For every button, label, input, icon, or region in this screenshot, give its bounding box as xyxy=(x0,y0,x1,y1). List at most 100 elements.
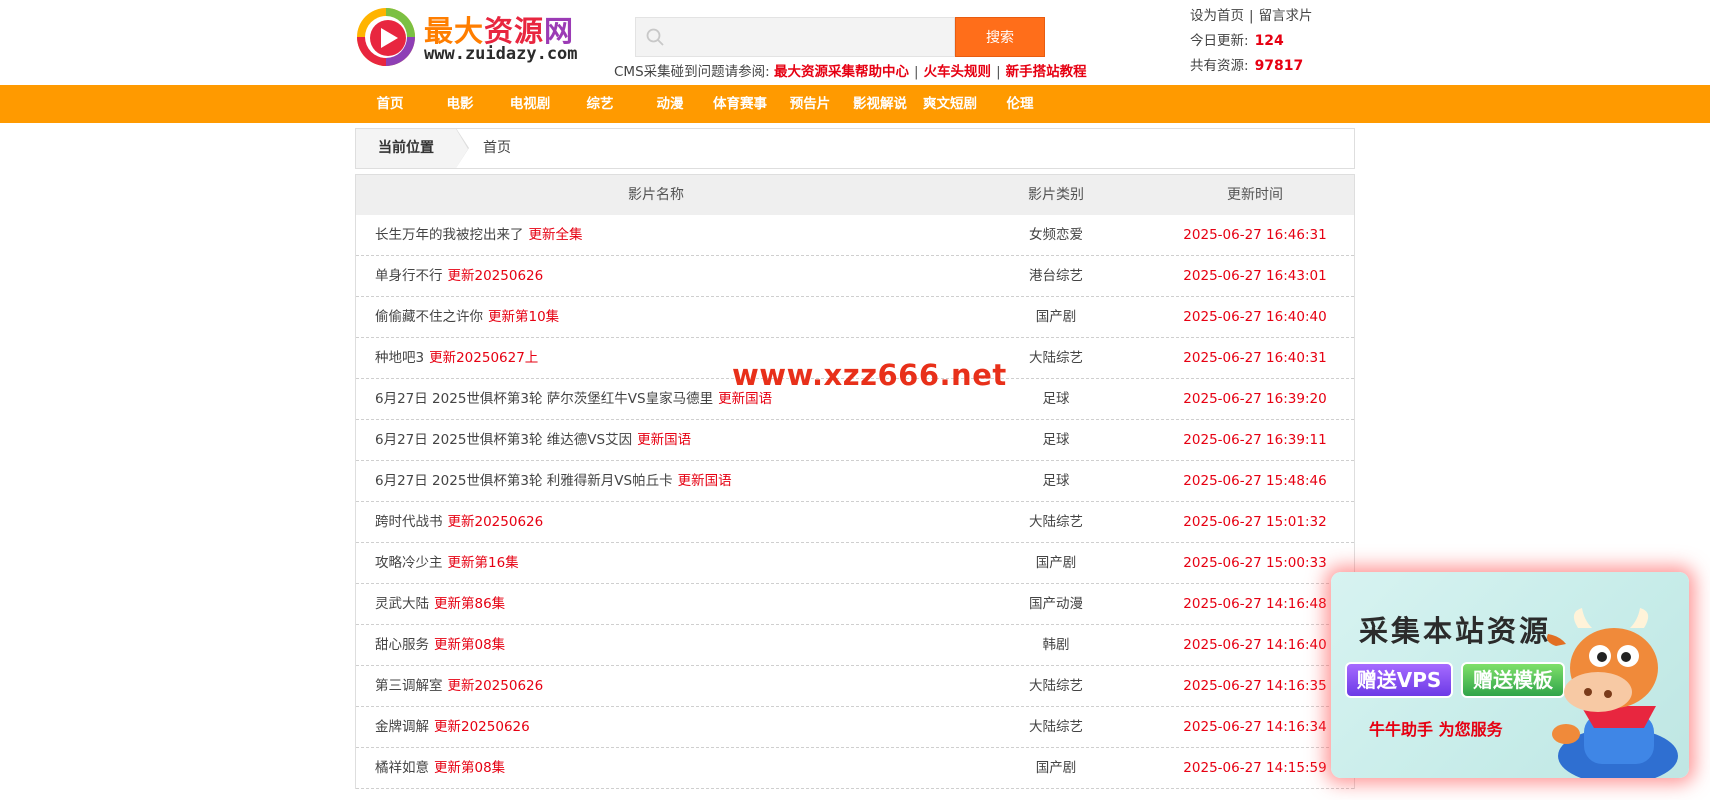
video-title: 6月27日 2025世俱杯第3轮 维达德VS艾因 xyxy=(375,432,633,448)
update-time: 2025-06-27 14:16:34 xyxy=(1183,719,1327,735)
breadcrumb-arrow xyxy=(456,129,468,168)
update-time: 2025-06-27 16:43:01 xyxy=(1183,268,1327,284)
search-bar: 搜索 xyxy=(635,17,1045,57)
update-note: 更新20250626 xyxy=(447,678,544,694)
table-row: 跨时代战书 更新20250626 大陆综艺 2025-06-27 15:01:32 xyxy=(356,502,1354,543)
video-title: 攻略冷少主 xyxy=(375,555,443,571)
video-title-link[interactable]: 种地吧3 更新20250627上 xyxy=(375,338,538,379)
video-title-link[interactable]: 橘祥如意 更新第08集 xyxy=(375,748,505,789)
video-category: 国产剧 xyxy=(1035,760,1077,776)
site-logo[interactable]: 最大资源网 www.zuidazy.com xyxy=(355,6,578,68)
video-title: 金牌调解 xyxy=(375,719,429,735)
video-category: 大陆综艺 xyxy=(1029,678,1083,694)
update-note: 更新20250627上 xyxy=(429,350,539,366)
ad-banner[interactable]: 采集本站资源 赠送VPS 赠送模板 牛牛助手 为您服务 xyxy=(1331,572,1689,778)
total-resources: 共有资源: 97817 xyxy=(1190,58,1304,74)
video-title-link[interactable]: 甜心服务 更新第08集 xyxy=(375,625,505,666)
request-link[interactable]: 留言求片 xyxy=(1259,8,1313,24)
update-note: 更新第16集 xyxy=(447,555,519,571)
list-body: 长生万年的我被挖出来了 更新全集 女频恋爱 2025-06-27 16:46:31 单身… xyxy=(356,215,1354,789)
total-count: 97817 xyxy=(1254,58,1304,74)
header-time: 更新时间 xyxy=(1227,187,1283,203)
header-category: 影片类别 xyxy=(1028,187,1084,203)
table-row: 甜心服务 更新第08集 韩剧 2025-06-27 14:16:40 xyxy=(356,625,1354,666)
video-category: 大陆综艺 xyxy=(1029,514,1083,530)
video-title-link[interactable]: 6月27日 2025世俱杯第3轮 萨尔茨堡红牛VS皇家马德里 更新国语 xyxy=(375,379,772,420)
video-category: 国产剧 xyxy=(1035,309,1077,325)
update-time: 2025-06-27 16:39:11 xyxy=(1183,432,1327,448)
video-title: 偷偷藏不住之许你 xyxy=(375,309,483,325)
video-category: 港台综艺 xyxy=(1029,268,1083,284)
video-title-link[interactable]: 灵武大陆 更新第86集 xyxy=(375,584,505,625)
site-tutorial-link[interactable]: 新手搭站教程 xyxy=(1006,64,1087,80)
update-note: 更新第86集 xyxy=(434,596,506,612)
video-title: 长生万年的我被挖出来了 xyxy=(375,227,524,243)
video-title: 6月27日 2025世俱杯第3轮 萨尔茨堡红牛VS皇家马德里 xyxy=(375,391,714,407)
video-title-link[interactable]: 6月27日 2025世俱杯第3轮 利雅得新月VS帕丘卡 更新国语 xyxy=(375,461,732,502)
update-note: 更新全集 xyxy=(528,227,583,243)
main-nav: 首页 电影 电视剧 综艺 动漫 体育赛事 预告片 影视解说 爽文短剧 伦理 xyxy=(0,85,1710,123)
table-row: 6月27日 2025世俱杯第3轮 维达德VS艾因 更新国语 足球 2025-06-27… xyxy=(356,420,1354,461)
update-time: 2025-06-27 15:01:32 xyxy=(1183,514,1327,530)
list-header: 影片名称 影片类别 更新时间 xyxy=(356,174,1354,215)
video-title-link[interactable]: 长生万年的我被挖出来了 更新全集 xyxy=(375,215,583,256)
video-list: 影片名称 影片类别 更新时间 长生万年的我被挖出来了 更新全集 女频恋爱 2025-0… xyxy=(355,174,1355,789)
watermark: www.xzz666.net xyxy=(732,358,1007,392)
video-category: 韩剧 xyxy=(1042,637,1070,653)
table-row: 橘祥如意 更新第08集 国产剧 2025-06-27 14:15:59 xyxy=(356,748,1354,789)
nav-item-commentary[interactable]: 影视解说 xyxy=(853,85,907,123)
update-note: 更新国语 xyxy=(718,391,773,407)
update-time: 2025-06-27 14:16:40 xyxy=(1183,637,1327,653)
video-title: 橘祥如意 xyxy=(375,760,429,776)
header: 最大资源网 www.zuidazy.com 搜索 CMS采集碰到问题请参阅: 最… xyxy=(0,0,1710,85)
update-time: 2025-06-27 16:40:40 xyxy=(1183,309,1327,325)
logo-url: www.zuidazy.com xyxy=(424,44,578,64)
video-title-link[interactable]: 攻略冷少主 更新第16集 xyxy=(375,543,519,584)
video-title-link[interactable]: 单身行不行 更新20250626 xyxy=(375,256,543,297)
update-time: 2025-06-27 16:40:31 xyxy=(1183,350,1327,366)
video-title: 单身行不行 xyxy=(375,268,443,284)
nav-item-sports[interactable]: 体育赛事 xyxy=(713,85,767,123)
nav-item-movies[interactable]: 电影 xyxy=(447,85,474,123)
update-time: 2025-06-27 15:00:33 xyxy=(1183,555,1327,571)
update-note: 更新国语 xyxy=(637,432,692,448)
update-time: 2025-06-27 14:16:48 xyxy=(1183,596,1327,612)
locomotive-rules-link[interactable]: 火车头规则 xyxy=(924,64,992,80)
search-button[interactable]: 搜索 xyxy=(955,17,1045,57)
table-row: 偷偷藏不住之许你 更新第10集 国产剧 2025-06-27 16:40:40 xyxy=(356,297,1354,338)
nav-item-variety[interactable]: 综艺 xyxy=(587,85,614,123)
nav-item-home[interactable]: 首页 xyxy=(377,85,404,123)
help-center-link[interactable]: 最大资源采集帮助中心 xyxy=(774,64,909,80)
breadcrumb-home-link[interactable]: 首页 xyxy=(483,129,511,168)
search-icon xyxy=(646,28,664,46)
nav-item-anime[interactable]: 动漫 xyxy=(657,85,684,123)
video-title: 跨时代战书 xyxy=(375,514,443,530)
update-time: 2025-06-27 16:39:20 xyxy=(1183,391,1327,407)
nav-item-short-drama[interactable]: 爽文短剧 xyxy=(923,85,977,123)
video-category: 女频恋爱 xyxy=(1029,227,1083,243)
video-title: 种地吧3 xyxy=(375,350,425,366)
video-category: 足球 xyxy=(1042,391,1070,407)
top-links: 设为首页 | 留言求片 今日更新: 124 共有资源: 97817 xyxy=(1190,4,1313,79)
nav-item-trailers[interactable]: 预告片 xyxy=(790,85,831,123)
ad-vps-chip: 赠送VPS xyxy=(1345,662,1453,698)
video-category: 国产剧 xyxy=(1035,555,1077,571)
nav-item-ethics[interactable]: 伦理 xyxy=(1007,85,1034,123)
table-row: 长生万年的我被挖出来了 更新全集 女频恋爱 2025-06-27 16:46:31 xyxy=(356,215,1354,256)
breadcrumb-label: 当前位置 xyxy=(356,129,456,168)
video-title-link[interactable]: 偷偷藏不住之许你 更新第10集 xyxy=(375,297,559,338)
video-title-link[interactable]: 跨时代战书 更新20250626 xyxy=(375,502,543,543)
update-note: 更新20250626 xyxy=(447,514,544,530)
video-category: 足球 xyxy=(1042,432,1070,448)
search-input[interactable] xyxy=(635,17,955,57)
breadcrumb: 当前位置 首页 xyxy=(355,128,1355,169)
video-title-link[interactable]: 6月27日 2025世俱杯第3轮 维达德VS艾因 更新国语 xyxy=(375,420,691,461)
table-row: 灵武大陆 更新第86集 国产动漫 2025-06-27 14:16:48 xyxy=(356,584,1354,625)
nav-item-tv[interactable]: 电视剧 xyxy=(510,85,551,123)
update-time: 2025-06-27 14:16:35 xyxy=(1183,678,1327,694)
video-title-link[interactable]: 金牌调解 更新20250626 xyxy=(375,707,530,748)
video-category: 国产动漫 xyxy=(1029,596,1083,612)
video-title-link[interactable]: 第三调解室 更新20250626 xyxy=(375,666,543,707)
set-home-link[interactable]: 设为首页 xyxy=(1190,8,1244,24)
video-title: 第三调解室 xyxy=(375,678,443,694)
